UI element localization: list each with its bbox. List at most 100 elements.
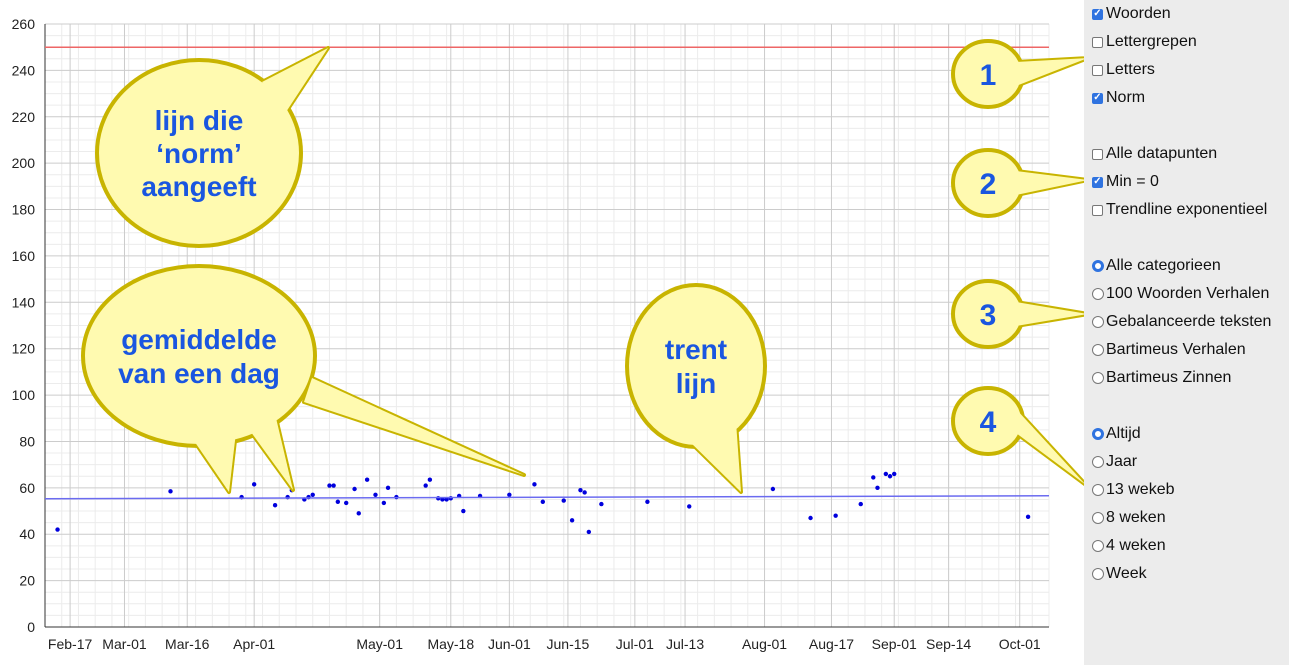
checkbox-label: Lettergrepen (1106, 33, 1197, 50)
checkbox-alle-datapunten[interactable]: Alle datapunten (1092, 143, 1217, 165)
badge-3-label: 3 (980, 299, 997, 332)
checkbox-label: Letters (1106, 61, 1155, 78)
checkbox-box[interactable] (1092, 64, 1103, 76)
data-point (569, 518, 575, 523)
radio-bartimeus-verhalen[interactable]: Bartimeus Verhalen (1092, 339, 1246, 361)
data-point (310, 492, 315, 498)
radio-circle[interactable] (1092, 484, 1104, 496)
checkbox-box[interactable] (1092, 176, 1103, 188)
options-sidebar: Woorden Lettergrepen Letters Norm Alle d… (1084, 0, 1289, 665)
radio-week[interactable]: Week (1092, 563, 1147, 585)
radio-circle[interactable] (1092, 540, 1104, 552)
y-tick-label: 220 (12, 109, 36, 125)
data-point (344, 500, 349, 506)
y-tick-label: 120 (12, 341, 36, 357)
data-point (427, 477, 433, 482)
data-point (352, 486, 357, 492)
data-point (448, 496, 453, 501)
x-tick-label: Mar-01 (102, 636, 147, 652)
checkbox-min-zero[interactable]: Min = 0 (1092, 171, 1159, 193)
x-tick-label: Jun-01 (488, 636, 531, 652)
data-point (687, 504, 692, 509)
radio-gebalanceerde-teksten[interactable]: Gebalanceerde teksten (1092, 311, 1271, 333)
y-tick-label: 200 (12, 155, 36, 171)
radio-altijd[interactable]: Altijd (1092, 423, 1141, 445)
data-point (251, 482, 257, 487)
radio-label: 100 Woorden Verhalen (1106, 285, 1270, 302)
radio-circle[interactable] (1092, 344, 1104, 356)
callout-average-tail-fill (304, 378, 524, 475)
radio-8-weken[interactable]: 8 weken (1092, 507, 1166, 529)
y-tick-label: 240 (12, 62, 36, 78)
radio-circle[interactable] (1092, 288, 1104, 300)
y-tick-label: 80 (19, 433, 35, 449)
badge-2-label: 2 (980, 168, 997, 201)
radio-circle[interactable] (1092, 568, 1104, 580)
radio-circle[interactable] (1092, 428, 1104, 440)
radio-label: Jaar (1106, 453, 1138, 470)
checkbox-box[interactable] (1092, 148, 1103, 160)
data-point (423, 483, 428, 488)
checkbox-label: Trendline exponentieel (1106, 201, 1268, 218)
y-tick-label: 40 (19, 526, 35, 542)
radio-bartimeus-zinnen[interactable]: Bartimeus Zinnen (1092, 367, 1231, 389)
data-point (883, 471, 889, 477)
data-point (1025, 514, 1031, 520)
callout-norm-text: aangeeft (141, 171, 256, 202)
radio-label: 4 weken (1106, 537, 1166, 554)
data-point (327, 483, 332, 488)
x-tick-label: Sep-01 (872, 636, 917, 652)
checkbox-box[interactable] (1092, 36, 1103, 48)
data-point (373, 492, 378, 498)
checkbox-box[interactable] (1092, 8, 1103, 20)
checkbox-lettergrepen[interactable]: Lettergrepen (1092, 31, 1197, 53)
y-tick-label: 260 (12, 16, 36, 32)
checkbox-label: Min = 0 (1106, 173, 1159, 190)
callout-trend-bubble (625, 283, 767, 449)
checkbox-norm[interactable]: Norm (1092, 87, 1145, 109)
data-point (168, 489, 173, 494)
radio-jaar[interactable]: Jaar (1092, 451, 1137, 473)
radio-circle[interactable] (1092, 372, 1104, 384)
checkbox-box[interactable] (1092, 204, 1103, 216)
radio-circle[interactable] (1092, 316, 1104, 328)
callout-trend-text: trent (665, 334, 727, 365)
checkbox-letters[interactable]: Letters (1092, 59, 1155, 81)
radio-4-weken[interactable]: 4 weken (1092, 535, 1166, 557)
x-tick-label: Jun-15 (547, 636, 590, 652)
chart-area: 0 20 40 60 80 100 120 140 160 180 200 220 240 260 Feb-… (0, 0, 1084, 665)
radio-label: Bartimeus Verhalen (1106, 341, 1246, 358)
data-point (578, 487, 583, 493)
data-point (871, 475, 876, 480)
callout-norm-text: ‘norm’ (156, 138, 242, 169)
data-point (381, 500, 387, 506)
radio-label: Bartimeus Zinnen (1106, 369, 1232, 386)
checkbox-label: Woorden (1106, 5, 1171, 22)
x-tick-label: Oct-01 (999, 636, 1041, 652)
radio-alle-categorieen[interactable]: Alle categorieen (1092, 255, 1221, 277)
x-tick-label: May-18 (427, 636, 474, 652)
x-tick-label: Sep-14 (926, 636, 971, 652)
y-tick-label: 0 (27, 619, 35, 635)
x-tick-label: May-01 (356, 636, 403, 652)
radio-circle[interactable] (1092, 456, 1104, 468)
callout-average-text: van een dag (118, 358, 280, 389)
data-point (858, 501, 863, 507)
radio-13-wekeb[interactable]: 13 wekeb (1092, 479, 1175, 501)
data-point (356, 511, 361, 516)
checkbox-woorden[interactable]: Woorden (1092, 3, 1171, 25)
checkbox-label: Norm (1106, 89, 1146, 106)
data-point (599, 501, 604, 507)
data-point (887, 474, 893, 479)
radio-circle[interactable] (1092, 260, 1104, 272)
data-point (645, 499, 650, 504)
data-point (507, 492, 512, 498)
radio-circle[interactable] (1092, 512, 1104, 524)
radio-label: Altijd (1106, 425, 1141, 442)
radio-label: Gebalanceerde teksten (1106, 313, 1272, 330)
checkbox-box[interactable] (1092, 92, 1103, 104)
radio-100-woorden-verhalen[interactable]: 100 Woorden Verhalen (1092, 283, 1269, 305)
data-point (833, 513, 838, 518)
y-tick-label: 160 (12, 248, 36, 264)
checkbox-trendline-exponentieel[interactable]: Trendline exponentieel (1092, 199, 1267, 221)
